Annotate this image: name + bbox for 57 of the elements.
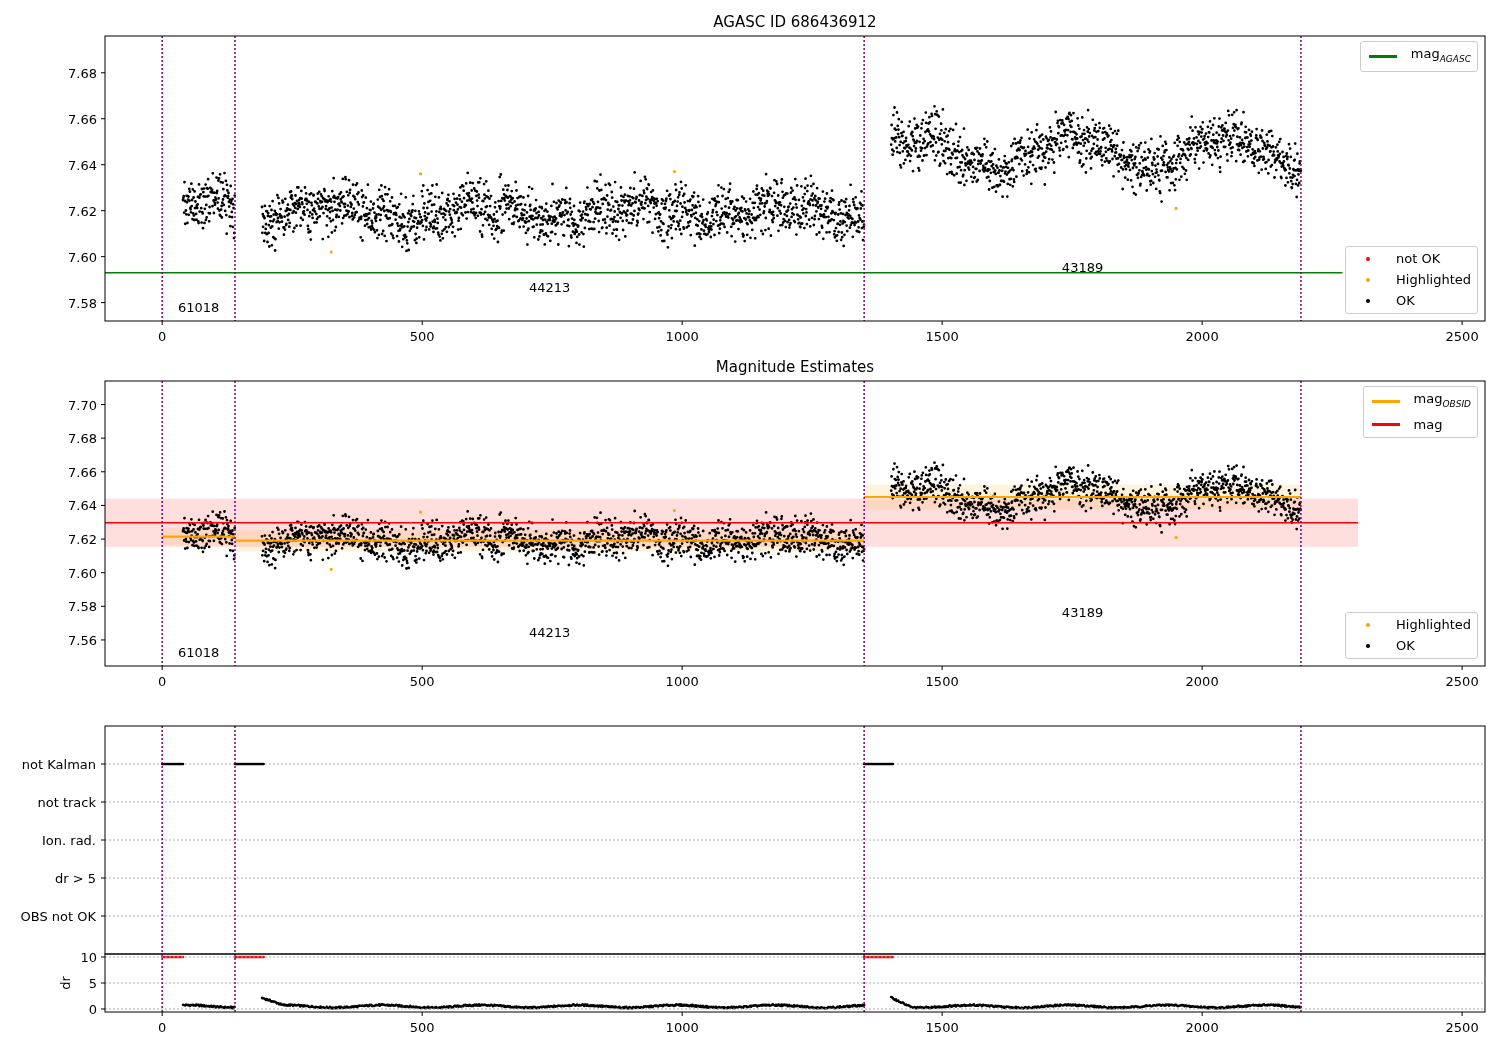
flag-label: not track [37, 795, 96, 810]
tick-label: 2000 [1185, 674, 1219, 689]
tick-label: 7.60 [68, 249, 97, 265]
tick-label: 1500 [925, 674, 959, 689]
tick-label: 0 [88, 1002, 97, 1017]
tick-label: 0 [158, 329, 167, 344]
tick-label: 1000 [665, 674, 699, 689]
tick-label: 7.56 [68, 632, 97, 648]
tick-label: 7.68 [68, 65, 97, 81]
tick-label: 2500 [1445, 329, 1479, 344]
obsid-label: 44213 [528, 280, 571, 295]
tick-label: 7.64 [68, 498, 97, 514]
obsid-label: 61018 [177, 645, 220, 660]
tick-label: 2500 [1445, 1020, 1479, 1035]
tick-label: 7.62 [68, 203, 97, 219]
obsid-label: 43189 [1061, 605, 1104, 620]
chart-title: AGASC ID 686436912 [713, 13, 877, 31]
tick-label: 7.58 [68, 599, 97, 615]
tick-label: 2000 [1185, 1020, 1219, 1035]
chart-title: Magnitude Estimates [715, 358, 875, 376]
tick-label: 1500 [925, 329, 959, 344]
legend-label: mag$_{OBSID}$ [1413, 390, 1471, 411]
flag-label: OBS not OK [20, 909, 96, 924]
tick-label: 7.66 [68, 111, 97, 127]
tick-label: 500 [409, 1020, 435, 1035]
tick-label: 500 [409, 674, 435, 689]
obsid-label: 43189 [1061, 260, 1104, 275]
tick-label: 500 [409, 329, 435, 344]
tick-label: 7.68 [68, 431, 97, 447]
tick-label: 7.60 [68, 565, 97, 581]
legend-label: mag [1413, 415, 1443, 434]
tick-label: 2000 [1185, 329, 1219, 344]
legend-label: Highlighted [1396, 271, 1471, 289]
tick-label: 1500 [925, 1020, 959, 1035]
legend-label: not OK [1396, 250, 1441, 268]
axis-label: dr [58, 976, 73, 990]
legend-label: Highlighted [1396, 616, 1471, 634]
tick-label: 1000 [665, 1020, 699, 1035]
obsid-label: 61018 [177, 300, 220, 315]
legend-label: mag$_{AGASC}$ [1410, 45, 1471, 66]
tick-label: 10 [80, 950, 97, 965]
legend-label: OK [1396, 292, 1415, 310]
flag-label: Ion. rad. [42, 833, 96, 848]
tick-label: 0 [158, 1020, 167, 1035]
legend-label: OK [1396, 637, 1415, 655]
tick-label: 1000 [665, 329, 699, 344]
flag-label: dr > 5 [54, 871, 96, 886]
tick-label: 5 [88, 976, 97, 991]
obsid-label: 44213 [528, 625, 571, 640]
tick-label: 2500 [1445, 674, 1479, 689]
tick-label: 0 [158, 674, 167, 689]
tick-label: 7.70 [68, 397, 97, 413]
tick-label: 7.64 [68, 157, 97, 173]
tick-label: 7.58 [68, 295, 97, 311]
tick-label: 7.62 [68, 532, 97, 548]
tick-label: 7.66 [68, 464, 97, 480]
flag-label: not Kalman [21, 757, 96, 772]
